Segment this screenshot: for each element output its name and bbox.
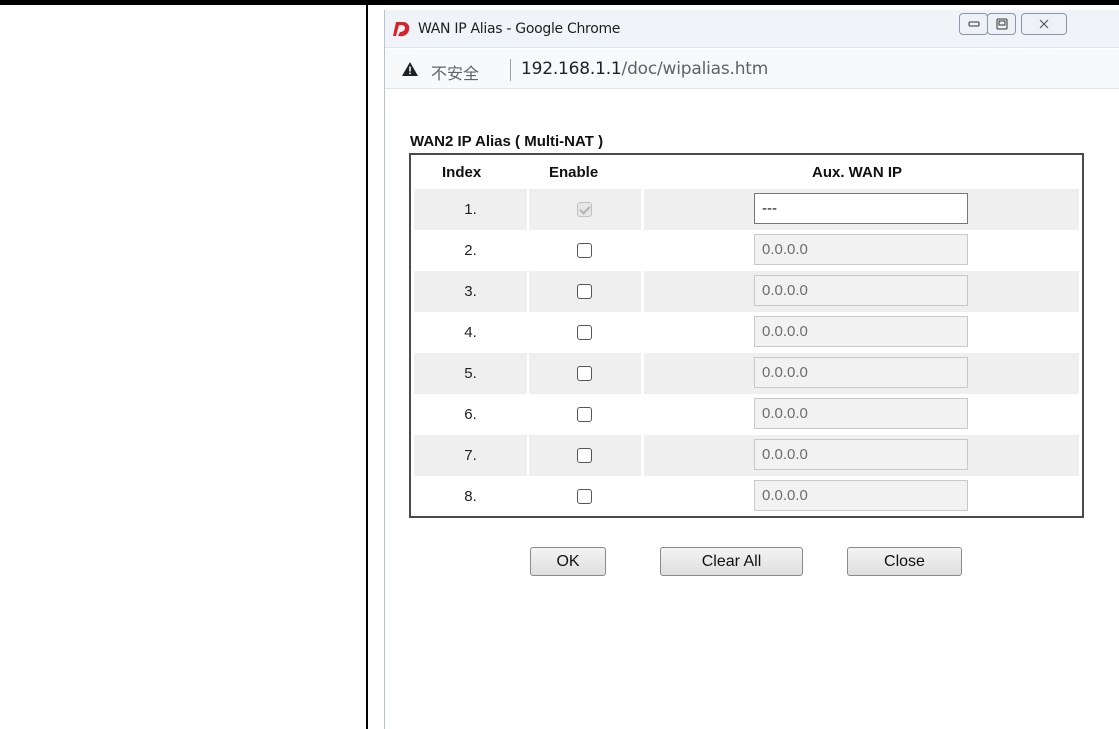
index-cell: 7. xyxy=(414,435,527,476)
maximize-icon xyxy=(996,18,1007,30)
header-index: Index xyxy=(442,164,482,181)
table-row: 5. xyxy=(411,353,1082,394)
aux-wan-ip-input[interactable] xyxy=(754,193,968,224)
aux-wan-ip-input[interactable] xyxy=(754,275,968,306)
enable-checkbox[interactable] xyxy=(577,325,592,340)
insecure-label[interactable]: 不安全 xyxy=(431,60,479,84)
ok-button[interactable]: OK xyxy=(530,547,606,576)
aux-wan-ip-input[interactable] xyxy=(754,316,968,347)
warning-icon xyxy=(402,62,418,76)
table-header: Index Enable Aux. WAN IP xyxy=(411,155,1082,189)
enable-cell xyxy=(529,312,641,353)
table-row: 4. xyxy=(411,312,1082,353)
row-index: 7. xyxy=(464,447,477,464)
row-index: 3. xyxy=(464,283,477,300)
url-path: /doc/wipalias.htm xyxy=(621,59,769,79)
url-text[interactable]: 192.168.1.1/doc/wipalias.htm xyxy=(521,59,768,79)
clear-all-button[interactable]: Clear All xyxy=(660,547,803,576)
aux-wan-ip-input[interactable] xyxy=(754,357,968,388)
index-cell: 6. xyxy=(414,394,527,435)
row-index: 6. xyxy=(464,406,477,423)
row-index: 2. xyxy=(464,242,477,259)
enable-checkbox[interactable] xyxy=(577,243,592,258)
index-cell: 2. xyxy=(414,230,527,271)
ip-cell xyxy=(644,230,1079,271)
table-row: 6. xyxy=(411,394,1082,435)
table-row: 1. xyxy=(411,189,1082,230)
enable-cell xyxy=(529,189,641,230)
ip-cell xyxy=(644,353,1079,394)
enable-cell xyxy=(529,353,641,394)
popup-window: WAN IP Alias - Google Chrome 不安全 192.168… xyxy=(384,10,1119,729)
ip-cell xyxy=(644,435,1079,476)
title-bar: WAN IP Alias - Google Chrome xyxy=(385,10,1119,48)
ip-cell xyxy=(644,189,1079,230)
aux-wan-ip-input[interactable] xyxy=(754,480,968,511)
close-window-button[interactable] xyxy=(1021,13,1067,35)
enable-checkbox[interactable] xyxy=(577,366,592,381)
aux-wan-ip-input[interactable] xyxy=(754,234,968,265)
close-button[interactable]: Close xyxy=(847,547,962,576)
table-row: 2. xyxy=(411,230,1082,271)
ip-cell xyxy=(644,312,1079,353)
index-cell: 8. xyxy=(414,476,527,517)
row-index: 5. xyxy=(464,365,477,382)
index-cell: 4. xyxy=(414,312,527,353)
aux-wan-ip-input[interactable] xyxy=(754,398,968,429)
minimize-button[interactable] xyxy=(959,13,988,35)
enable-checkbox[interactable] xyxy=(577,489,592,504)
aux-wan-ip-input[interactable] xyxy=(754,439,968,470)
row-index: 8. xyxy=(464,488,477,505)
ip-cell xyxy=(644,394,1079,435)
ip-cell xyxy=(644,271,1079,312)
index-cell: 1. xyxy=(414,189,527,230)
enable-checkbox xyxy=(577,202,592,217)
document-top-rule xyxy=(0,0,1119,5)
button-row: OK Clear All Close xyxy=(385,547,1119,577)
address-bar[interactable]: 不安全 192.168.1.1/doc/wipalias.htm xyxy=(385,49,1119,89)
enable-checkbox[interactable] xyxy=(577,407,592,422)
row-index: 4. xyxy=(464,324,477,341)
url-host: 192.168.1.1 xyxy=(521,59,622,79)
enable-cell xyxy=(529,435,641,476)
row-index: 1. xyxy=(464,201,477,218)
index-cell: 3. xyxy=(414,271,527,312)
table-row: 3. xyxy=(411,271,1082,312)
header-enable: Enable xyxy=(549,164,599,181)
maximize-button[interactable] xyxy=(987,13,1016,35)
minimize-icon xyxy=(968,21,979,27)
ip-cell xyxy=(644,476,1079,517)
enable-checkbox[interactable] xyxy=(577,448,592,463)
document-cell-divider xyxy=(366,5,368,729)
window-title: WAN IP Alias - Google Chrome xyxy=(418,21,621,37)
close-icon xyxy=(1039,19,1049,29)
index-cell: 5. xyxy=(414,353,527,394)
table-row: 7. xyxy=(411,435,1082,476)
enable-checkbox[interactable] xyxy=(577,284,592,299)
enable-cell xyxy=(529,394,641,435)
app-logo-icon xyxy=(393,22,410,37)
enable-cell xyxy=(529,476,641,517)
header-aux-wan-ip: Aux. WAN IP xyxy=(812,164,903,181)
window-controls xyxy=(959,13,1067,35)
enable-cell xyxy=(529,271,641,312)
enable-cell xyxy=(529,230,641,271)
table-row: 8. xyxy=(411,476,1082,517)
section-title: WAN2 IP Alias ( Multi-NAT ) xyxy=(410,133,604,150)
address-separator xyxy=(510,59,511,81)
ip-alias-table: Index Enable Aux. WAN IP 1. 2. 3. 4. 5. 6. 7. 8… xyxy=(409,153,1084,518)
